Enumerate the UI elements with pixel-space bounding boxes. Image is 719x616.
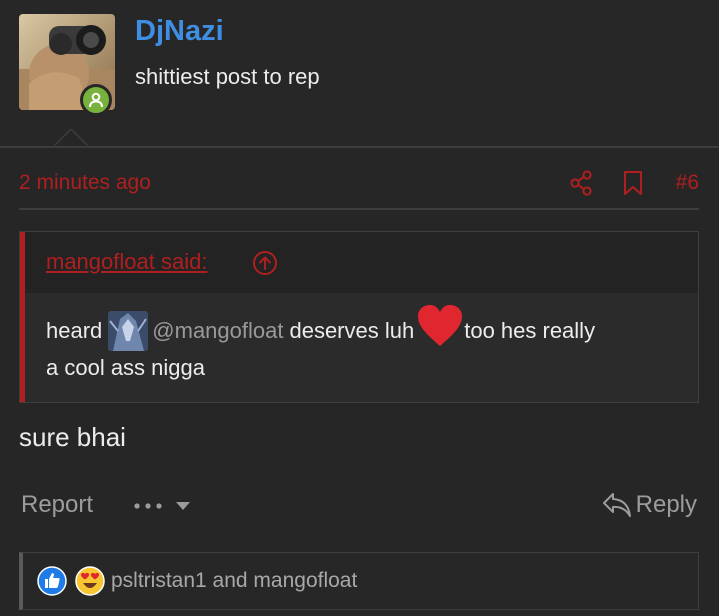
quote-author-link[interactable]: mangofloat said:	[46, 249, 207, 275]
post-body-text: sure bhai	[19, 422, 126, 452]
mention-avatar	[108, 311, 149, 351]
ellipsis-icon	[134, 503, 162, 509]
post-timestamp[interactable]: 2 minutes ago	[19, 171, 151, 195]
divider	[0, 146, 719, 148]
username-link[interactable]: DjNazi	[135, 15, 224, 48]
heart-emoji-icon	[418, 305, 463, 346]
user-mention-link[interactable]: @mangofloat	[152, 318, 283, 344]
quote-text: deserves luh	[289, 318, 415, 343]
report-button[interactable]: Report	[21, 491, 93, 519]
more-options-button[interactable]	[133, 492, 191, 520]
quote-content: heard @mangofloat deserves luh too hes r…	[25, 293, 698, 402]
quote-text: heard	[46, 318, 103, 343]
quote-block: mangofloat said: heard @mangofloat deser…	[19, 231, 699, 403]
online-status-badge	[80, 84, 112, 116]
reply-arrow-icon	[602, 493, 631, 517]
bookmark-icon[interactable]	[618, 168, 648, 198]
quote-header: mangofloat said:	[25, 232, 698, 293]
reaction-users-link[interactable]: psltristan1 and mangofloat	[111, 569, 357, 593]
reactions-bar[interactable]: psltristan1 and mangofloat	[19, 552, 699, 610]
quote-text: a cool ass nigga	[46, 355, 205, 380]
post-number-link[interactable]: #6	[676, 171, 699, 195]
quote-text: too hes really	[464, 318, 596, 343]
post-author-block: DjNazi shittiest post to rep	[0, 0, 719, 146]
reply-button[interactable]: Reply	[602, 489, 697, 521]
share-icon[interactable]	[566, 168, 596, 198]
like-icon	[37, 566, 67, 596]
heart-eyes-icon	[75, 566, 105, 596]
user-icon	[89, 92, 103, 108]
post-pointer-arrow	[53, 129, 89, 147]
user-title: shittiest post to rep	[135, 64, 320, 89]
caret-down-icon	[176, 502, 190, 510]
divider	[19, 208, 699, 210]
reply-label: Reply	[635, 491, 697, 518]
arrow-up-circle-icon[interactable]	[252, 250, 278, 276]
post-meta-actions: #6	[566, 167, 699, 199]
